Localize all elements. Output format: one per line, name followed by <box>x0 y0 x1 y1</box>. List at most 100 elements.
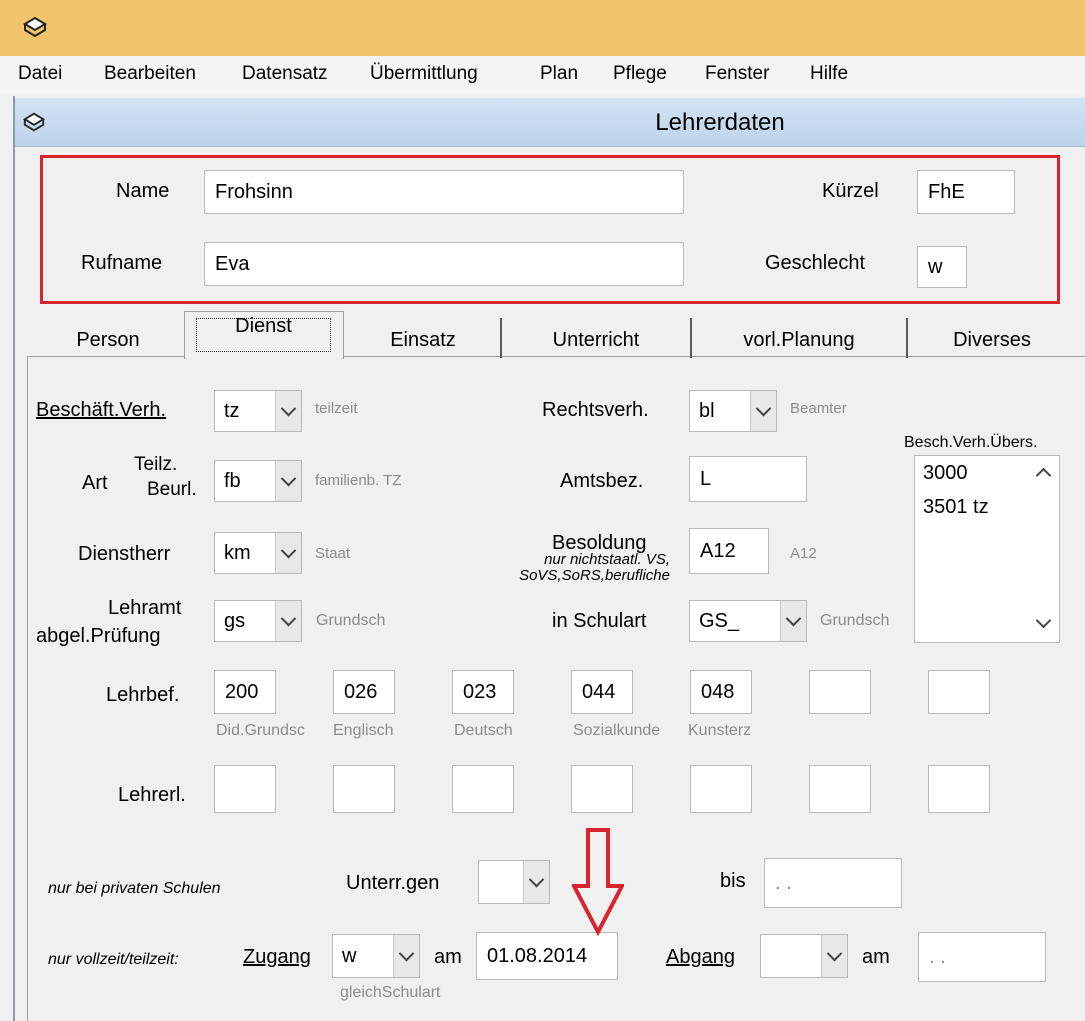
chevron-down-icon[interactable] <box>821 935 847 977</box>
scroll-down-icon[interactable] <box>1035 612 1052 629</box>
schulart-label: in Schulart <box>552 610 647 632</box>
tab-dienst[interactable]: Dienst <box>196 306 331 346</box>
lehrbef-input-2[interactable]: 026 <box>333 670 395 714</box>
scroll-up-icon[interactable] <box>1035 467 1052 484</box>
tab-person[interactable]: Person <box>40 320 176 360</box>
tab-einsatz[interactable]: Einsatz <box>348 320 498 360</box>
chevron-down-icon[interactable] <box>523 861 549 903</box>
besch-uebers-list[interactable]: 3000 3501 tz <box>914 455 1060 643</box>
beschaeft-combo[interactable]: tz <box>214 390 302 432</box>
chevron-down-icon[interactable] <box>275 461 301 501</box>
beschaeft-value: tz <box>224 399 240 422</box>
besoldung-note-1: nur nichtstaatl. VS, <box>544 551 670 568</box>
lehrbef-input-3[interactable]: 023 <box>452 670 514 714</box>
bis-date-input[interactable]: . . <box>764 858 902 908</box>
dienstherr-combo[interactable]: km <box>214 532 302 574</box>
menu-plan[interactable]: Plan <box>540 61 578 87</box>
chevron-down-icon[interactable] <box>393 935 419 977</box>
bis-label: bis <box>720 870 746 892</box>
amtsbez-input[interactable]: L <box>689 456 807 502</box>
window-icon <box>22 112 46 132</box>
menu-hilfe[interactable]: Hilfe <box>810 61 848 87</box>
lehrbef-input-4[interactable]: 044 <box>571 670 633 714</box>
zugang-date-input[interactable]: 01.08.2014 <box>476 932 618 980</box>
lehrbef-input-7[interactable] <box>928 670 990 714</box>
menu-datensatz[interactable]: Datensatz <box>242 61 328 87</box>
besch-uebers-label: Besch.Verh.Übers. <box>904 434 1038 451</box>
schulart-combo[interactable]: GS_ <box>689 600 807 642</box>
art-sub-teilz: Teilz. <box>134 454 178 475</box>
lehrbef-input-5[interactable]: 048 <box>690 670 752 714</box>
menu-pflege[interactable]: Pflege <box>613 61 667 87</box>
lehrerl-input-5[interactable] <box>690 765 752 813</box>
lehrbef-hint-5: Kunsterz <box>688 722 752 739</box>
zugang-hint: gleichSchulart <box>340 984 441 1001</box>
kuerzel-input[interactable]: FhE <box>917 170 1015 214</box>
app-titlebar <box>0 0 1085 56</box>
lehrerl-input-4[interactable] <box>571 765 633 813</box>
zugang-combo[interactable]: w <box>332 934 420 978</box>
art-combo[interactable]: fb <box>214 460 302 502</box>
dienstherr-hint: Staat <box>315 545 351 562</box>
lehrerl-label: Lehrerl. <box>118 784 186 806</box>
window-title: Lehrerdaten <box>655 109 785 136</box>
art-sub-beurl: Beurl. <box>147 479 197 500</box>
chevron-down-icon[interactable] <box>275 601 301 641</box>
besoldung-note-2: SoVS,SoRS,berufliche <box>519 567 670 584</box>
zugang-label[interactable]: Zugang <box>243 944 311 970</box>
rechtsverh-label: Rechtsverh. <box>542 399 649 421</box>
lehrerl-input-6[interactable] <box>809 765 871 813</box>
app-icon <box>23 16 47 38</box>
besoldung-input[interactable]: A12 <box>689 528 769 574</box>
tab-diverses[interactable]: Diverses <box>912 320 1072 360</box>
dienstherr-label: Dienstherr <box>78 543 171 565</box>
lehrbef-label: Lehrbef. <box>106 684 180 706</box>
schulart-hint: Grundsch <box>820 612 890 629</box>
tab-unterricht[interactable]: Unterricht <box>504 320 688 360</box>
abgang-combo[interactable] <box>760 934 848 978</box>
besoldung-hint: A12 <box>790 545 817 562</box>
abgang-label[interactable]: Abgang <box>666 944 735 970</box>
lehrbef-input-6[interactable] <box>809 670 871 714</box>
chevron-down-icon[interactable] <box>750 391 776 431</box>
unterrgen-label: Unterr.gen <box>346 872 440 894</box>
menu-bearbeiten[interactable]: Bearbeiten <box>104 61 196 87</box>
lehrerl-input-7[interactable] <box>928 765 990 813</box>
lehrerl-input-1[interactable] <box>214 765 276 813</box>
geschlecht-label: Geschlecht <box>765 252 866 274</box>
menu-datei[interactable]: Datei <box>18 61 62 87</box>
lehramt-combo[interactable]: gs <box>214 600 302 642</box>
schulart-value: GS_ <box>699 609 740 632</box>
chevron-down-icon[interactable] <box>275 533 301 573</box>
lehrerl-input-2[interactable] <box>333 765 395 813</box>
list-item[interactable]: 3000 <box>923 462 968 485</box>
chevron-down-icon[interactable] <box>780 601 806 641</box>
name-input[interactable]: Frohsinn <box>204 170 684 214</box>
tab-vorl-planung[interactable]: vorl.Planung <box>694 320 904 360</box>
beschaeft-label[interactable]: Beschäft.Verh. <box>36 397 166 423</box>
chevron-down-icon[interactable] <box>275 391 301 431</box>
annotation-arrow-icon <box>572 828 624 936</box>
art-value: fb <box>224 469 241 492</box>
beschaeft-hint: teilzeit <box>315 400 358 417</box>
lehramt-hint: Grundsch <box>316 612 386 629</box>
list-item[interactable]: 3501 tz <box>923 496 989 519</box>
geschlecht-input[interactable]: w <box>917 246 967 288</box>
vollzeit-note: nur vollzeit/teilzeit: <box>48 951 179 968</box>
lehramt-label: Lehramt <box>108 597 182 619</box>
lehrerl-input-3[interactable] <box>452 765 514 813</box>
unterrgen-combo[interactable] <box>478 860 550 904</box>
name-label: Name <box>116 180 170 202</box>
rechtsverh-combo[interactable]: bl <box>689 390 777 432</box>
lehrbef-input-1[interactable]: 200 <box>214 670 276 714</box>
am2-label: am <box>862 946 890 968</box>
lehrbef-hint-3: Deutsch <box>454 722 513 739</box>
kuerzel-label: Kürzel <box>822 180 879 202</box>
amtsbez-label: Amtsbez. <box>560 470 644 492</box>
menu-uebermittlung[interactable]: Übermittlung <box>370 61 478 87</box>
lehrbef-hint-2: Englisch <box>333 722 394 739</box>
rufname-input[interactable]: Eva <box>204 242 684 286</box>
menu-fenster[interactable]: Fenster <box>705 61 769 87</box>
abgang-date-input[interactable]: . . <box>918 932 1046 982</box>
tab-separator <box>500 318 502 358</box>
